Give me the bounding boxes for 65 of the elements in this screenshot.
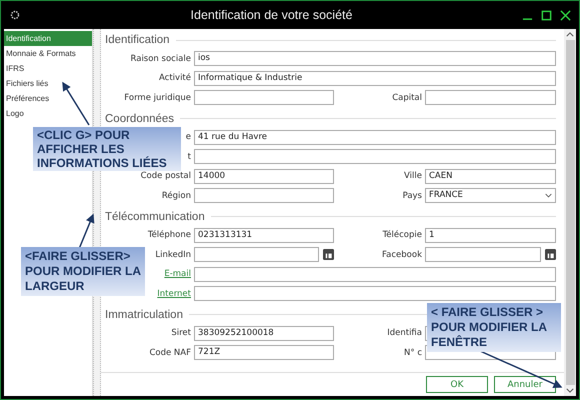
input-field[interactable]: Informatique & Industrie xyxy=(194,70,556,86)
section-title: Télécommunication xyxy=(104,210,205,222)
callout-tooltip: < FAIRE GLISSER > POUR MODIFIER LA FENÊTRE xyxy=(427,303,561,352)
sidebar-item[interactable]: IFRS xyxy=(4,61,92,76)
field-label: Activité xyxy=(159,73,191,84)
field-label: Facebook xyxy=(382,250,422,260)
scroll-up-icon[interactable] xyxy=(566,32,574,37)
field-label: N° c xyxy=(404,348,422,358)
callout-tooltip: <FAIRE GLISSER> POUR MODIFIER LA LARGEUR xyxy=(21,247,145,296)
field-label: Ville xyxy=(404,171,422,182)
maximize-icon[interactable] xyxy=(541,10,552,20)
section-title: Identification xyxy=(104,34,170,46)
field-label: Code NAF xyxy=(149,348,191,358)
chevron-icon xyxy=(545,193,552,198)
close-icon[interactable] xyxy=(560,10,571,20)
input-field[interactable] xyxy=(194,266,556,282)
sidebar-item[interactable]: Logo xyxy=(4,106,92,121)
gear-icon[interactable] xyxy=(9,9,21,21)
field-label: Raison sociale xyxy=(130,54,191,64)
callout-tooltip: <CLIC G> POUR AFFICHER LES INFORMATIONS LIÉES xyxy=(33,127,181,171)
input-field[interactable]: 41 rue du Havre xyxy=(194,130,556,145)
input-field[interactable]: 1 xyxy=(425,228,556,243)
field-link[interactable]: Internet xyxy=(157,288,191,299)
input-field[interactable]: 38309252100018 xyxy=(194,326,334,341)
section-title: Immatriculation xyxy=(104,308,183,320)
dialog-button[interactable]: Annuler xyxy=(494,376,556,393)
arrow xyxy=(62,82,90,126)
field-label: Identifia xyxy=(387,328,422,338)
field-label: Siret xyxy=(171,328,191,338)
field-label: Pays xyxy=(402,190,422,201)
field-label: Téléphone xyxy=(148,230,191,240)
input-field[interactable]: ios xyxy=(194,51,556,66)
social-icon[interactable] xyxy=(323,249,334,260)
input-field[interactable]: 14000 xyxy=(194,168,334,184)
social-icon[interactable] xyxy=(545,249,556,260)
input-field[interactable] xyxy=(194,188,334,204)
input-field[interactable]: 0231313131 xyxy=(194,228,334,243)
sidebar-item[interactable]: Préférences xyxy=(4,91,92,106)
input-field[interactable] xyxy=(194,286,556,302)
sidebar-item[interactable]: Fichiers liés xyxy=(4,76,92,91)
dropdown[interactable]: FRANCE xyxy=(425,188,556,204)
field-label: e xyxy=(186,132,191,142)
sidebar-item[interactable]: Identification xyxy=(4,31,92,46)
dialog-button[interactable]: OK xyxy=(426,376,488,393)
field-label: Forme juridique xyxy=(124,92,191,103)
field-label: LinkedIn xyxy=(155,250,191,260)
window-title: Identification de votre société xyxy=(190,8,354,22)
field-label: t xyxy=(188,152,191,162)
input-field[interactable] xyxy=(194,247,319,262)
field-label: Capital xyxy=(392,92,422,103)
input-field[interactable] xyxy=(194,149,556,164)
field-label: Région xyxy=(162,190,191,201)
input-field[interactable] xyxy=(425,247,541,262)
field-link[interactable]: E-mail xyxy=(164,269,191,280)
scrollbar[interactable] xyxy=(564,29,576,396)
arrow xyxy=(78,214,94,250)
input-field[interactable] xyxy=(194,90,334,106)
input-field[interactable]: 721Z xyxy=(194,345,334,360)
field-label: Télécopie xyxy=(382,230,422,240)
input-field[interactable] xyxy=(425,90,556,106)
sidebar-item[interactable]: Monnaie & Formats xyxy=(4,46,92,61)
field-label: Code postal xyxy=(140,171,191,182)
scroll-down-icon[interactable] xyxy=(566,388,574,393)
input-field[interactable]: CAEN xyxy=(425,168,556,184)
section-title: Coordonnées xyxy=(104,112,174,124)
